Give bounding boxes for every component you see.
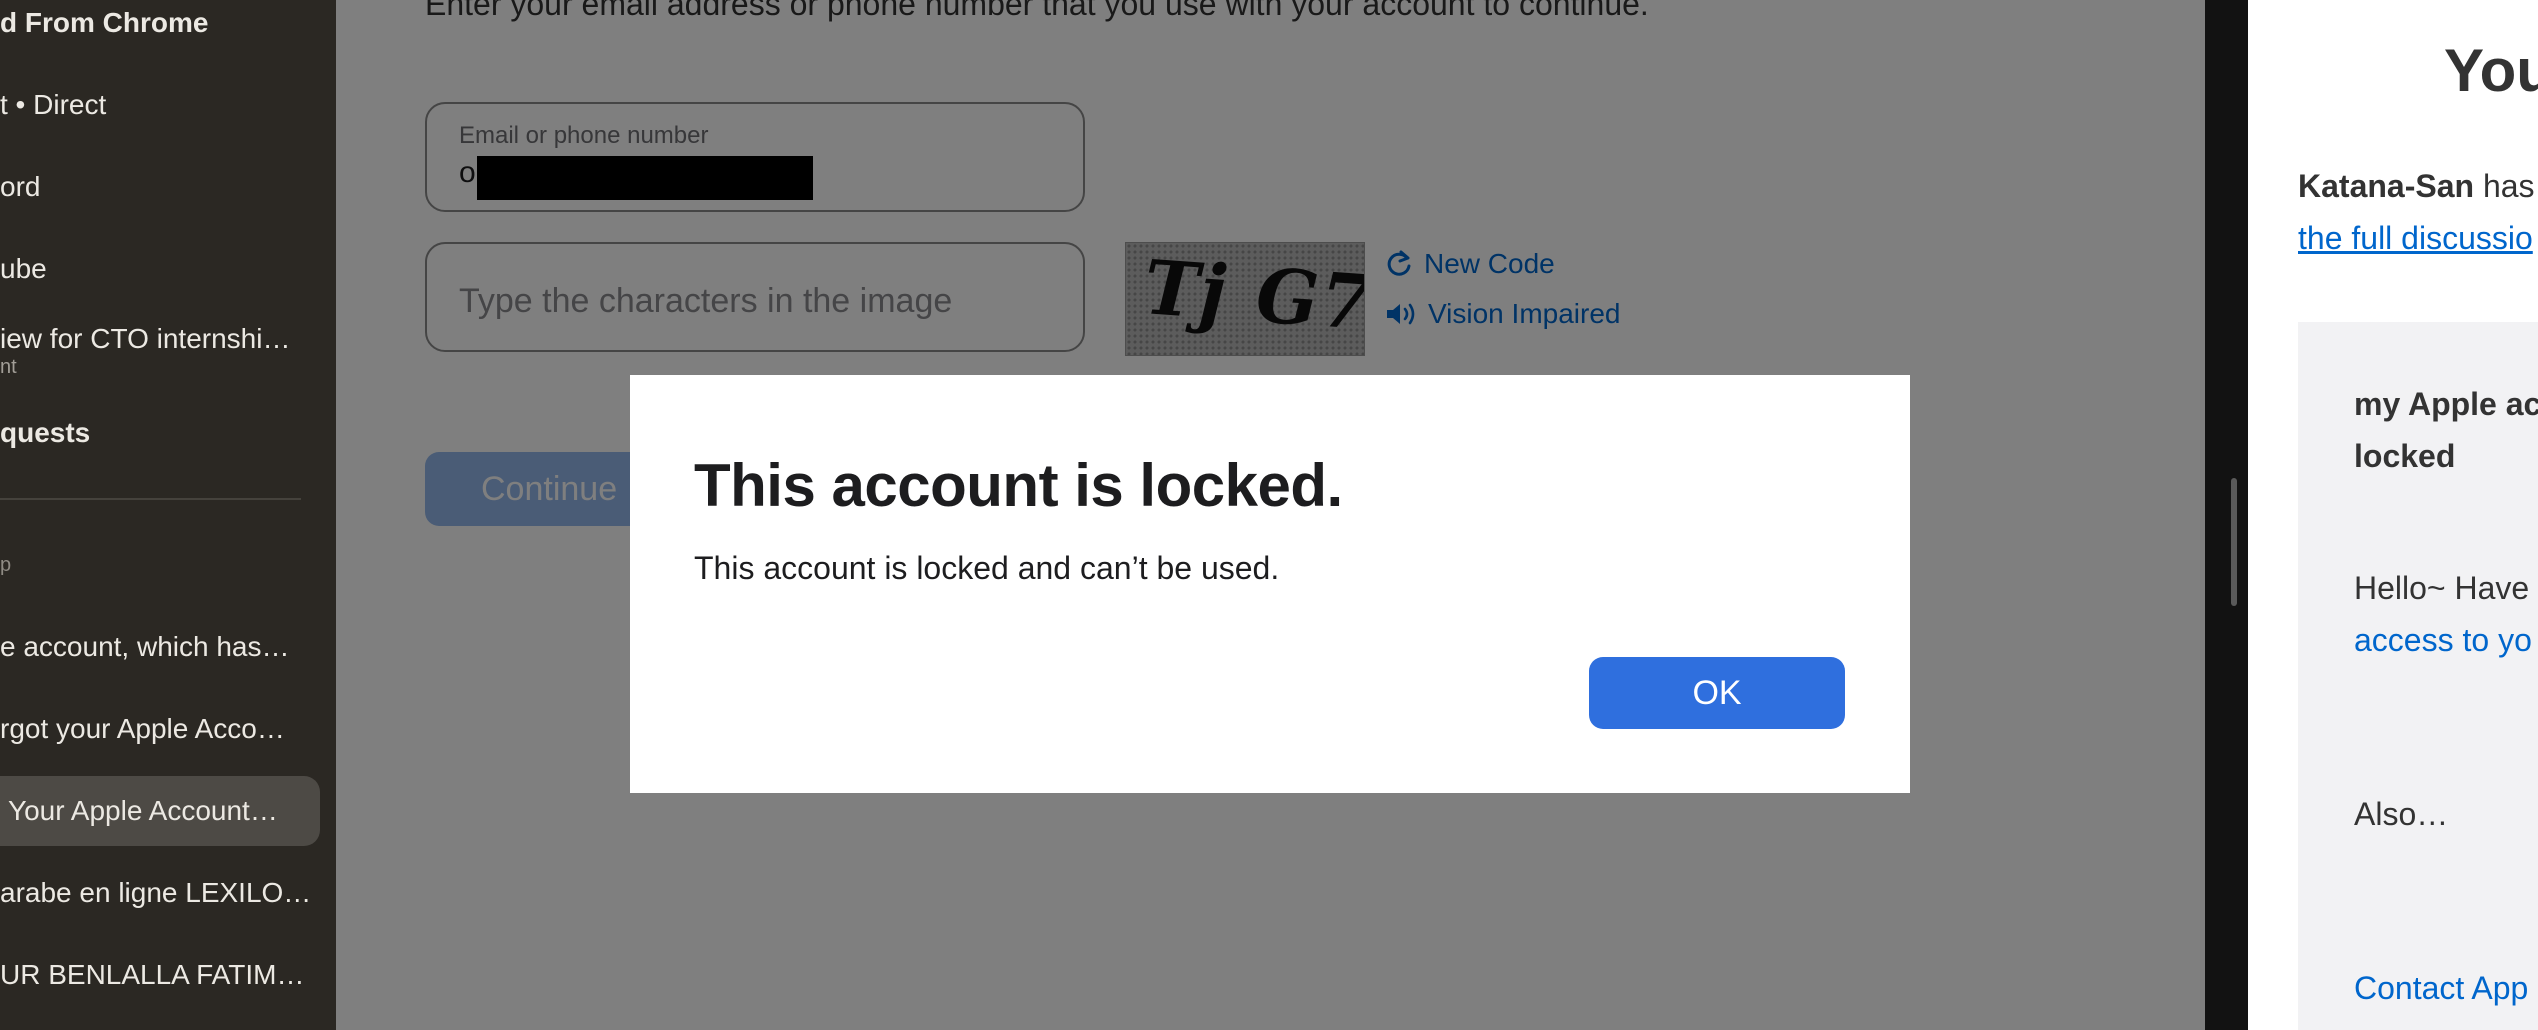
split-view-handle[interactable] [2231, 478, 2237, 606]
post-also-text: Also… [2354, 796, 2449, 832]
sidebar-section-label: p [0, 554, 12, 576]
sidebar-item-requests[interactable]: quests [0, 416, 90, 450]
thread-item[interactable]: UR BENLALLA FATIM… [0, 958, 304, 992]
author-name: Katana-San [2298, 168, 2475, 204]
split-view-divider[interactable] [2205, 0, 2248, 1030]
ok-button[interactable]: OK [1589, 657, 1845, 729]
contact-apple-link[interactable]: Contact App [2354, 970, 2528, 1007]
sidebar-item-ord[interactable]: ord [0, 170, 40, 204]
author-suffix: has [2474, 168, 2535, 204]
dialog-message: This account is locked and can’t be used… [694, 550, 1280, 586]
email-intro-line: Katana-San has [2298, 168, 2535, 205]
thread-item-selected[interactable]: Your Apple Account… [8, 794, 278, 828]
post-title-line2: locked [2354, 438, 2456, 474]
thread-item[interactable]: arabe en ligne LEXILO… [0, 876, 311, 910]
sidebar-item-direct[interactable]: t • Direct [0, 88, 106, 122]
sidebar-divider [0, 498, 301, 500]
ok-button-label: OK [1692, 674, 1742, 712]
post-card: my Apple ac locked Hello~ Have access to… [2298, 322, 2538, 1030]
thread-item[interactable]: e account, which has… [0, 630, 290, 664]
sidebar-item-from-chrome[interactable]: d From Chrome [0, 6, 208, 40]
sidebar-item-ube[interactable]: ube [0, 252, 47, 286]
apple-account-page: Enter your email address or phone number… [336, 0, 2205, 1030]
access-link[interactable]: access to yo [2354, 622, 2532, 659]
thread-item[interactable]: rgot your Apple Acco… [0, 712, 285, 746]
post-title[interactable]: my Apple ac locked [2354, 378, 2538, 482]
email-heading: You [2444, 37, 2538, 104]
full-discussion-link[interactable]: the full discussio [2298, 220, 2533, 257]
dialog-title: This account is locked. [694, 452, 1343, 519]
sidebar-item-cto-internship-sub: nt [0, 356, 17, 378]
email-pane: You Katana-San has the full discussio my… [2248, 0, 2538, 1030]
post-body-text: Hello~ Have [2354, 570, 2530, 606]
account-locked-dialog: This account is locked. This account is … [630, 375, 1910, 793]
post-title-line1: my Apple ac [2354, 386, 2538, 422]
mail-sidebar: d From Chrome t • Direct ord ube iew for… [0, 0, 336, 1030]
sidebar-item-cto-internship[interactable]: iew for CTO internshi… [0, 322, 290, 356]
